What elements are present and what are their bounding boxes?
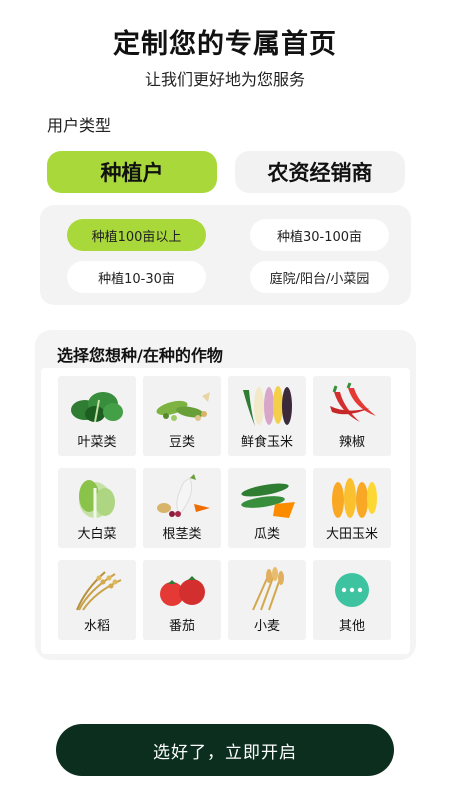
user-type-dealer-button[interactable]: 农资经销商: [235, 151, 405, 193]
crop-label: 根茎类: [162, 527, 202, 542]
field-corn-icon: [332, 478, 377, 518]
scale-option-garden[interactable]: 庭院/阳台/小菜园: [250, 261, 389, 293]
user-type-label: 用户类型: [47, 116, 112, 135]
crop-label: 大田玉米: [325, 527, 378, 542]
crop-beans[interactable]: 豆类: [143, 376, 221, 456]
fresh-corn-icon: [243, 386, 292, 426]
crop-label: 小麦: [253, 619, 280, 634]
crop-napa-cabbage[interactable]: 大白菜: [58, 468, 136, 548]
crop-label: 其他: [338, 619, 365, 634]
crop-label: 辣椒: [338, 435, 365, 450]
tomato-icon: [160, 576, 205, 606]
crop-wheat[interactable]: 小麦: [228, 560, 306, 640]
wheat-icon: [252, 567, 284, 611]
page-subtitle: 让我们更好地为您服务: [144, 70, 305, 89]
crop-fresh-corn[interactable]: 鲜食玉米: [228, 376, 306, 456]
crop-field-corn[interactable]: 大田玉米: [313, 468, 391, 548]
crop-root-vegetables[interactable]: 根茎类: [143, 468, 221, 548]
napa-cabbage-icon: [79, 480, 115, 518]
scale-option-10-30[interactable]: 种植10-30亩: [67, 261, 206, 293]
crop-label: 鲜食玉米: [240, 435, 293, 450]
rice-icon: [76, 571, 122, 611]
crop-tomato[interactable]: 番茄: [143, 560, 221, 640]
planting-scale-panel: 种植100亩以上 种植30-100亩 种植10-30亩 庭院/阳台/小菜园: [40, 205, 411, 305]
root-vegetables-icon: [157, 474, 210, 517]
beans-icon: [156, 392, 210, 421]
crops-panel: 选择您想种/在种的作物 叶菜类 豆类 鲜食玉米 辣椒 大白菜 根茎类 瓜类 大田…: [35, 330, 416, 660]
user-type-grower-button[interactable]: 种植户: [47, 151, 217, 193]
crop-label: 叶菜类: [77, 435, 117, 450]
crop-chili-pepper[interactable]: 辣椒: [313, 376, 391, 456]
crop-label: 大白菜: [77, 527, 117, 542]
leafy-greens-icon: [71, 392, 123, 423]
crop-other[interactable]: 其他: [313, 560, 391, 640]
crop-gourds[interactable]: 瓜类: [228, 468, 306, 548]
crop-leafy-greens[interactable]: 叶菜类: [58, 376, 136, 456]
scale-option-100-plus[interactable]: 种植100亩以上: [67, 219, 206, 251]
crop-label: 瓜类: [253, 527, 280, 542]
more-icon: [335, 573, 369, 607]
crop-label: 番茄: [168, 619, 195, 634]
crop-label: 水稻: [83, 619, 110, 634]
gourds-icon: [241, 483, 295, 518]
crops-grid: 叶菜类 豆类 鲜食玉米 辣椒 大白菜 根茎类 瓜类 大田玉米 水稻 番茄 小麦 …: [41, 368, 410, 654]
crops-title: 选择您想种/在种的作物: [57, 346, 223, 365]
scale-option-30-100[interactable]: 种植30-100亩: [250, 219, 389, 251]
start-button[interactable]: 选好了，立即开启: [56, 724, 394, 776]
chili-pepper-icon: [330, 382, 376, 422]
crop-label: 豆类: [168, 435, 195, 450]
page-title: 定制您的专属首页: [113, 29, 337, 60]
crop-rice[interactable]: 水稻: [58, 560, 136, 640]
